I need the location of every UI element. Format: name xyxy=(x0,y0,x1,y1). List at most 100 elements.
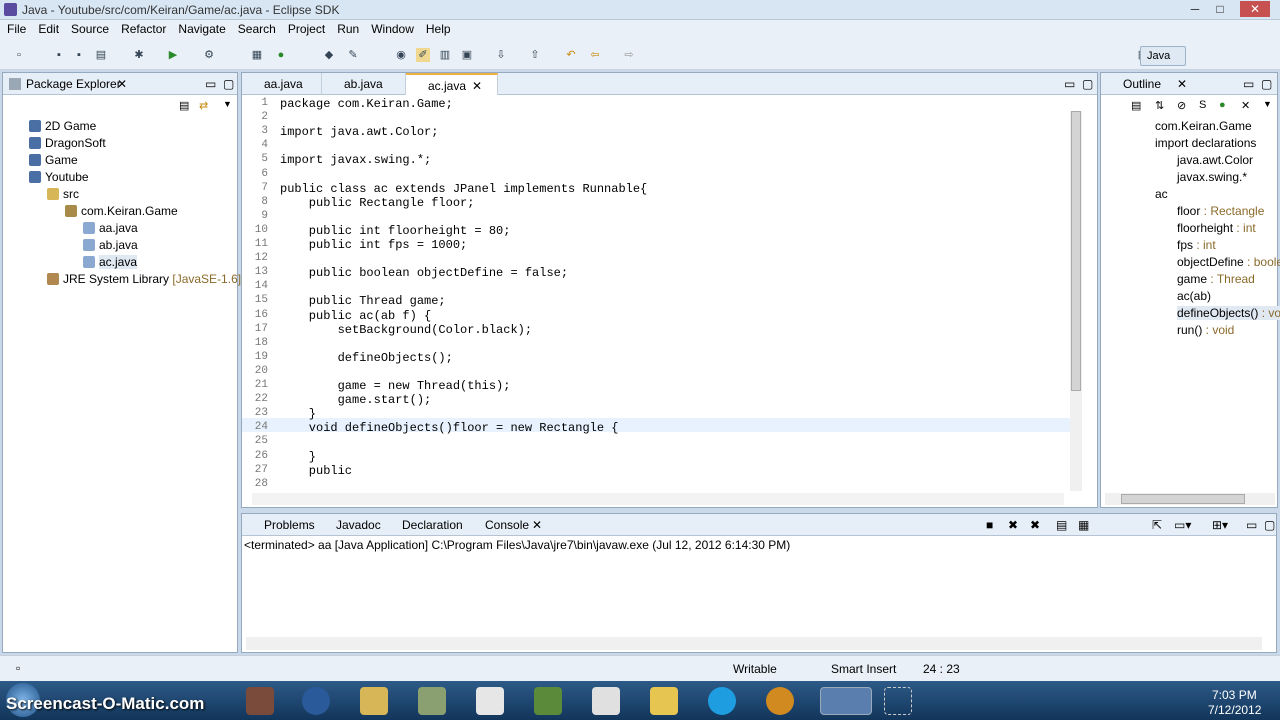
outline-title[interactable]: Outline xyxy=(1123,77,1161,91)
maximize-view-icon[interactable]: ▢ xyxy=(1261,77,1272,91)
new-class-icon[interactable]: ● xyxy=(274,48,288,62)
code-line[interactable]: package com.Keiran.Game; xyxy=(280,97,453,111)
tree-item[interactable]: DragonSoft xyxy=(29,136,106,150)
screencast-icon[interactable] xyxy=(884,687,912,715)
maximize-view-icon[interactable]: ▢ xyxy=(1264,518,1275,532)
code-line[interactable]: } xyxy=(280,407,316,421)
print-icon[interactable]: ▤ xyxy=(94,48,108,62)
calendar-icon[interactable] xyxy=(476,687,504,715)
block-selection-icon[interactable]: ▣ xyxy=(460,48,474,62)
open-console-icon[interactable]: ⊞▾ xyxy=(1212,518,1228,532)
menu-run[interactable]: Run xyxy=(330,20,364,36)
close-icon[interactable]: ✕ xyxy=(472,79,482,93)
eclipse-icon[interactable] xyxy=(820,687,872,715)
maximize-button[interactable]: □ xyxy=(1208,1,1232,17)
code-line[interactable]: public xyxy=(280,464,352,478)
tree-item[interactable]: com.Keiran.Game xyxy=(65,204,178,218)
minimize-view-icon[interactable]: ▭ xyxy=(205,77,216,91)
horizontal-scrollbar[interactable] xyxy=(252,493,1064,505)
outline-item[interactable]: objectDefine : boole xyxy=(1177,255,1280,269)
scroll-lock-icon[interactable]: ▦ xyxy=(1078,518,1089,532)
outline-item[interactable]: ac xyxy=(1155,187,1168,201)
outline-item[interactable]: game : Thread xyxy=(1177,272,1255,286)
notepad-icon[interactable] xyxy=(418,687,446,715)
run-icon[interactable]: ▶ xyxy=(166,48,180,62)
menu-source[interactable]: Source xyxy=(64,20,114,36)
minecraft-icon[interactable] xyxy=(534,687,562,715)
clear-console-icon[interactable]: ▤ xyxy=(1056,518,1067,532)
code-line[interactable]: game = new Thread(this); xyxy=(280,379,511,393)
hide-local-types-icon[interactable]: ✕ xyxy=(1241,99,1250,112)
open-type-icon[interactable]: ◆ xyxy=(322,48,336,62)
outline-item[interactable]: ac(ab) xyxy=(1177,289,1211,303)
show-whitespace-icon[interactable]: ▥ xyxy=(438,48,452,62)
tray-time[interactable]: 7:03 PM xyxy=(1212,688,1257,702)
tree-item[interactable]: JRE System Library [JavaSE-1.6] xyxy=(47,272,241,286)
code-line[interactable]: public boolean objectDefine = false; xyxy=(280,266,568,280)
code-line[interactable]: setBackground(Color.black); xyxy=(280,323,532,337)
tab-javadoc[interactable]: Javadoc xyxy=(336,518,381,532)
save-icon[interactable]: ▪ xyxy=(52,48,66,62)
view-menu-icon[interactable]: ▼ xyxy=(223,99,232,109)
debug-icon[interactable]: ✱ xyxy=(132,48,146,62)
close-icon[interactable]: ✕ xyxy=(532,518,542,532)
firefox-icon[interactable] xyxy=(302,687,330,715)
outline-item[interactable]: javax.swing.* xyxy=(1177,170,1247,184)
scrollbar-thumb[interactable] xyxy=(1071,111,1081,391)
globe-icon[interactable] xyxy=(766,687,794,715)
tree-item[interactable]: Youtube xyxy=(29,170,89,184)
menu-help[interactable]: Help xyxy=(419,20,456,36)
minimize-view-icon[interactable]: ▭ xyxy=(1246,518,1257,532)
terminate-icon[interactable]: ■ xyxy=(986,518,993,532)
minimize-view-icon[interactable]: ▭ xyxy=(1064,77,1075,91)
tray-date[interactable]: 7/12/2012 xyxy=(1208,703,1261,717)
view-menu-icon[interactable]: ▼ xyxy=(1263,99,1272,109)
hide-static-icon[interactable]: S xyxy=(1199,99,1206,111)
menu-edit[interactable]: Edit xyxy=(31,20,64,36)
tree-item[interactable]: ab.java xyxy=(83,238,138,252)
code-area[interactable]: 1 package com.Keiran.Game; 2 3 import java.a… xyxy=(242,95,1070,491)
code-line[interactable]: public class ac extends JPanel implement… xyxy=(280,182,647,196)
next-annotation-icon[interactable]: ⇩ xyxy=(494,48,508,62)
code-line[interactable]: public int fps = 1000; xyxy=(280,238,467,252)
close-button[interactable]: ✕ xyxy=(1240,1,1270,17)
outline-item[interactable]: import declarations xyxy=(1155,136,1256,150)
document-icon[interactable] xyxy=(592,687,620,715)
code-line[interactable]: import java.awt.Color; xyxy=(280,125,438,139)
back-icon[interactable]: ⇦ xyxy=(588,48,602,62)
outline-item[interactable]: com.Keiran.Game xyxy=(1155,119,1252,133)
code-line[interactable]: game.start(); xyxy=(280,393,432,407)
mark-occurrences-icon[interactable]: ✐ xyxy=(416,48,430,62)
explorer-icon[interactable] xyxy=(360,687,388,715)
editor-tab-active[interactable]: ac.java ✕ xyxy=(406,73,498,95)
external-tools-icon[interactable]: ⚙ xyxy=(202,48,216,62)
menu-window[interactable]: Window xyxy=(364,20,419,36)
vertical-scrollbar[interactable] xyxy=(1070,111,1082,491)
link-editor-icon[interactable]: ⇄ xyxy=(199,99,208,112)
outline-item[interactable]: floorheight : int xyxy=(1177,221,1256,235)
outline-item[interactable]: fps : int xyxy=(1177,238,1216,252)
code-line[interactable]: public ac(ab f) { xyxy=(280,309,431,323)
code-line[interactable]: void defineObjects()floor = new Rectangl… xyxy=(280,421,619,435)
new-icon[interactable]: ▫ xyxy=(12,48,26,62)
minimize-button[interactable]: ─ xyxy=(1183,1,1207,17)
outline-horizontal-scrollbar[interactable] xyxy=(1105,493,1275,505)
media-player-icon[interactable] xyxy=(246,687,274,715)
menu-search[interactable]: Search xyxy=(231,20,281,36)
folder-icon[interactable] xyxy=(650,687,678,715)
collapse-all-icon[interactable]: ▤ xyxy=(1131,99,1141,112)
code-line[interactable]: } xyxy=(280,450,316,464)
tab-declaration[interactable]: Declaration xyxy=(402,518,463,532)
code-line[interactable]: public Thread game; xyxy=(280,294,446,308)
remove-launch-icon[interactable]: ✖ xyxy=(1008,518,1018,532)
sort-icon[interactable]: ⇅ xyxy=(1155,99,1164,112)
tree-item[interactable]: ac.java xyxy=(83,255,138,269)
collapse-all-icon[interactable]: ▤ xyxy=(179,99,189,112)
code-line[interactable]: public int floorheight = 80; xyxy=(280,224,511,238)
editor-tab[interactable]: ab.java xyxy=(322,73,406,95)
hide-fields-icon[interactable]: ⊘ xyxy=(1177,99,1186,112)
minimize-view-icon[interactable]: ▭ xyxy=(1243,77,1254,91)
tab-problems[interactable]: Problems xyxy=(264,518,315,532)
search-icon[interactable]: ✎ xyxy=(346,48,360,62)
code-line[interactable]: import javax.swing.*; xyxy=(280,153,431,167)
